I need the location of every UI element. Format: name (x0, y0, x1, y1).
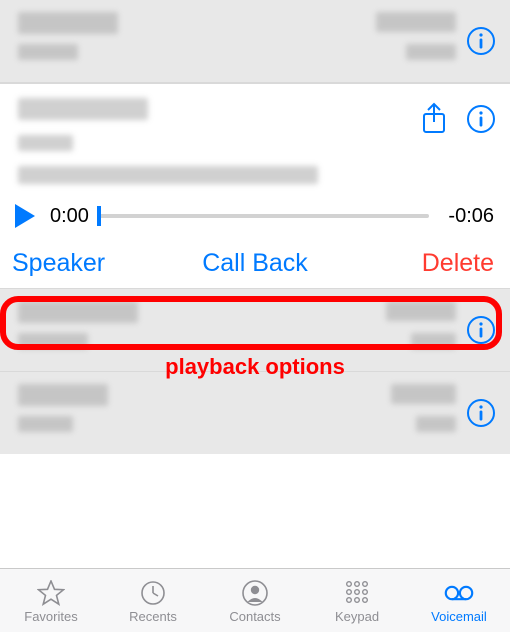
elapsed-time: 0:00 (50, 205, 89, 228)
play-button[interactable] (10, 201, 40, 231)
info-icon[interactable] (466, 315, 496, 345)
scrubber-thumb[interactable] (97, 206, 101, 226)
tab-label: Voicemail (431, 610, 487, 623)
keypad-icon (342, 579, 372, 607)
delete-button[interactable]: Delete (416, 247, 500, 280)
tab-recents[interactable]: Recents (102, 569, 204, 632)
voicemail-row-content (18, 301, 456, 359)
voicemail-row[interactable] (0, 289, 510, 372)
info-icon[interactable] (466, 104, 496, 134)
tab-contacts[interactable]: Contacts (204, 569, 306, 632)
tab-bar: Favorites Recents Contacts (0, 568, 510, 632)
tab-favorites[interactable]: Favorites (0, 569, 102, 632)
contact-icon (240, 579, 270, 607)
star-icon (36, 579, 66, 607)
voicemail-header (0, 84, 510, 193)
info-icon[interactable] (466, 26, 496, 56)
scrubber-track[interactable] (99, 204, 429, 228)
voicemail-expanded: 0:00 -0:06 Speaker Call Back Delete (0, 83, 510, 289)
voicemail-row-content (18, 384, 456, 442)
info-icon[interactable] (466, 398, 496, 428)
tab-label: Keypad (335, 610, 379, 623)
share-icon[interactable] (420, 102, 448, 136)
tab-label: Recents (129, 610, 177, 623)
voicemail-row[interactable] (0, 0, 510, 83)
voicemail-icon (444, 579, 474, 607)
playback-actions: Speaker Call Back Delete (0, 241, 510, 288)
callback-button[interactable]: Call Back (196, 247, 314, 280)
voicemail-row-content (18, 12, 456, 70)
tab-keypad[interactable]: Keypad (306, 569, 408, 632)
tab-label: Contacts (229, 610, 280, 623)
tab-label: Favorites (24, 610, 77, 623)
voicemail-screen: 0:00 -0:06 Speaker Call Back Delete (0, 0, 510, 632)
clock-icon (138, 579, 168, 607)
remaining-time: -0:06 (439, 205, 494, 228)
speaker-button[interactable]: Speaker (6, 247, 111, 280)
voicemail-list: 0:00 -0:06 Speaker Call Back Delete (0, 0, 510, 568)
tab-voicemail[interactable]: Voicemail (408, 569, 510, 632)
voicemail-row[interactable] (0, 372, 510, 454)
audio-player: 0:00 -0:06 (0, 193, 510, 241)
